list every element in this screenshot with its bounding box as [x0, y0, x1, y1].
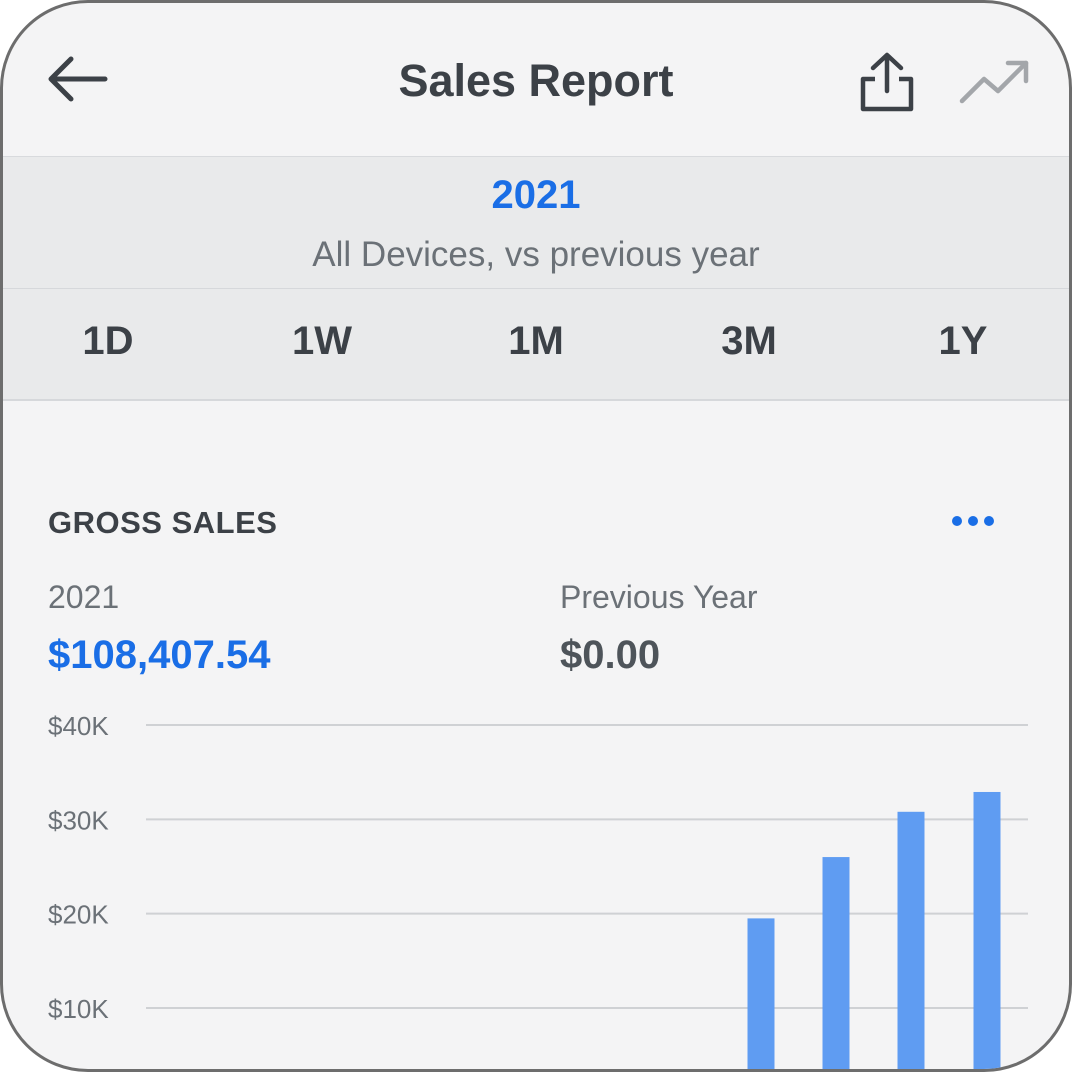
range-tabs: 1D 1W 1M 3M 1Y: [3, 289, 1069, 401]
previous-period-value: $0.00: [560, 633, 661, 677]
chart-bar[interactable]: [747, 918, 775, 1072]
y-tick-label: $20K: [48, 900, 109, 930]
period-subtitle: All Devices, vs previous year: [312, 235, 760, 274]
previous-period-label: Previous Year: [560, 579, 758, 615]
chart-bar[interactable]: [897, 811, 925, 1072]
chart-bar[interactable]: [822, 857, 850, 1072]
range-tab-1m[interactable]: 1M: [466, 319, 606, 364]
trend-icon: [959, 60, 1029, 104]
period-year[interactable]: 2021: [3, 173, 1069, 218]
range-tab-1w[interactable]: 1W: [252, 319, 392, 364]
section-title: GROSS SALES: [48, 505, 278, 540]
range-tab-1d[interactable]: 1D: [38, 319, 178, 364]
y-tick-label: $10K: [48, 994, 109, 1024]
range-tab-3m[interactable]: 3M: [679, 319, 819, 364]
range-tab-1y[interactable]: 1Y: [893, 319, 1033, 364]
chart-bar[interactable]: [973, 791, 1001, 1072]
current-period-value: $108,407.54: [48, 633, 271, 677]
current-period-label: 2021: [48, 579, 120, 615]
y-tick-label: $30K: [48, 805, 109, 835]
period-selector[interactable]: 2021 All Devices, vs previous year: [3, 157, 1069, 289]
phone-frame: Sales Report 2021 All Devices, vs previo…: [0, 0, 1072, 1072]
share-button[interactable]: [851, 47, 923, 117]
more-dots-icon: [949, 516, 997, 526]
share-icon: [860, 52, 914, 112]
trend-button[interactable]: [955, 51, 1035, 111]
y-tick-label: $40K: [48, 711, 109, 741]
more-options-button[interactable]: [939, 499, 1007, 543]
gross-sales-chart: $10K $20K $30K $40K: [48, 711, 1028, 1072]
header-bar: Sales Report: [3, 3, 1069, 157]
